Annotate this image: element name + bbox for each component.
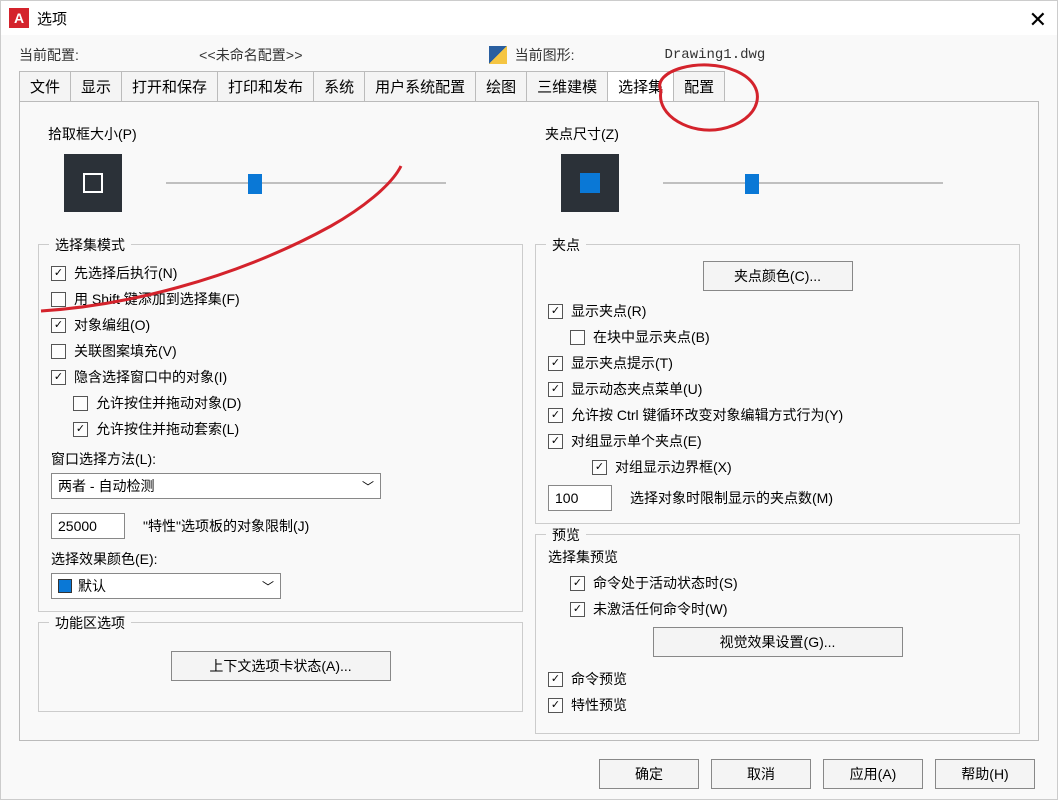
chk-ctrl-cycle[interactable]: 允许按 Ctrl 键循环改变对象编辑方式行为(Y) (548, 405, 1007, 425)
tab-system[interactable]: 系统 (313, 71, 365, 101)
chk-shift-add[interactable]: 用 Shift 键添加到选择集(F) (51, 289, 510, 309)
pickbox-preview (64, 154, 122, 212)
grip-size-slider[interactable] (663, 174, 943, 192)
current-config-value: <<未命名配置>> (199, 45, 303, 65)
tab-strip: 文件 显示 打开和保存 打印和发布 系统 用户系统配置 绘图 三维建模 选择集 … (19, 71, 1039, 101)
chk-group-single-grip[interactable]: 对组显示单个夹点(E) (548, 431, 1007, 451)
chk-property-preview[interactable]: 特性预览 (548, 695, 1007, 715)
help-button[interactable]: 帮助(H) (935, 759, 1035, 789)
tab-open-save[interactable]: 打开和保存 (121, 71, 218, 101)
effect-color-combo[interactable]: 默认 ﹀ (51, 573, 281, 599)
chk-preview-no-cmd[interactable]: 未激活任何命令时(W) (570, 599, 1007, 619)
effect-color-label: 选择效果颜色(E): (51, 549, 510, 569)
chk-press-drag-object[interactable]: 允许按住并拖动对象(D) (73, 393, 510, 413)
visual-effect-settings-button[interactable]: 视觉效果设置(G)... (653, 627, 903, 657)
selection-preview-sub: 选择集预览 (548, 547, 1007, 567)
drawing-file-icon (489, 46, 507, 64)
chk-grips-in-blocks[interactable]: 在块中显示夹点(B) (570, 327, 1007, 347)
chk-group-bbox[interactable]: 对组显示边界框(X) (592, 457, 1007, 477)
pickbox-size-slider[interactable] (166, 174, 446, 192)
grips-title: 夹点 (546, 235, 586, 255)
grip-colors-button[interactable]: 夹点颜色(C)... (703, 261, 853, 291)
ok-button[interactable]: 确定 (599, 759, 699, 789)
app-logo-icon: A (9, 8, 29, 28)
chevron-down-icon: ﹀ (362, 478, 374, 495)
property-limit-label: "特性"选项板的对象限制(J) (143, 516, 309, 536)
cancel-button[interactable]: 取消 (711, 759, 811, 789)
color-swatch-icon (58, 579, 72, 593)
tab-draft[interactable]: 绘图 (475, 71, 527, 101)
preview-title: 预览 (546, 525, 586, 545)
chk-object-grouping[interactable]: 对象编组(O) (51, 315, 510, 335)
pickbox-size-label: 拾取框大小(P) (48, 124, 513, 144)
current-config-label: 当前配置: (19, 45, 109, 65)
grip-limit-label: 选择对象时限制显示的夹点数(M) (630, 488, 833, 508)
window-method-combo[interactable]: 两者 - 自动检测 ﹀ (51, 473, 381, 499)
tab-selection[interactable]: 选择集 (607, 71, 674, 101)
current-drawing-value: Drawing1.dwg (665, 47, 766, 63)
tab-3d[interactable]: 三维建模 (526, 71, 608, 101)
ribbon-options-title: 功能区选项 (49, 613, 131, 633)
grip-size-label: 夹点尺寸(Z) (545, 124, 1010, 144)
tab-user-sys[interactable]: 用户系统配置 (364, 71, 476, 101)
tab-file[interactable]: 文件 (19, 71, 71, 101)
property-limit-input[interactable] (51, 513, 125, 539)
chk-assoc-hatch[interactable]: 关联图案填充(V) (51, 341, 510, 361)
window-title: 选项 (37, 8, 67, 29)
apply-button[interactable]: 应用(A) (823, 759, 923, 789)
selection-mode-title: 选择集模式 (49, 235, 131, 255)
tab-profiles[interactable]: 配置 (673, 71, 725, 101)
chk-noun-verb[interactable]: 先选择后执行(N) (51, 263, 510, 283)
chk-show-grips[interactable]: 显示夹点(R) (548, 301, 1007, 321)
close-icon[interactable]: ✕ (1029, 7, 1047, 33)
chevron-down-icon: ﹀ (262, 578, 274, 595)
chk-press-drag-lasso[interactable]: 允许按住并拖动套索(L) (73, 419, 510, 439)
current-drawing-label: 当前图形: (515, 45, 575, 65)
tab-print[interactable]: 打印和发布 (217, 71, 314, 101)
grip-limit-input[interactable] (548, 485, 612, 511)
context-tab-states-button[interactable]: 上下文选项卡状态(A)... (171, 651, 391, 681)
tab-display[interactable]: 显示 (70, 71, 122, 101)
chk-grip-tips[interactable]: 显示夹点提示(T) (548, 353, 1007, 373)
chk-implied-window[interactable]: 隐含选择窗口中的对象(I) (51, 367, 510, 387)
chk-dynamic-grip-menu[interactable]: 显示动态夹点菜单(U) (548, 379, 1007, 399)
chk-command-preview[interactable]: 命令预览 (548, 669, 1007, 689)
grip-preview (561, 154, 619, 212)
window-method-label: 窗口选择方法(L): (51, 449, 510, 469)
chk-preview-active-cmd[interactable]: 命令处于活动状态时(S) (570, 573, 1007, 593)
